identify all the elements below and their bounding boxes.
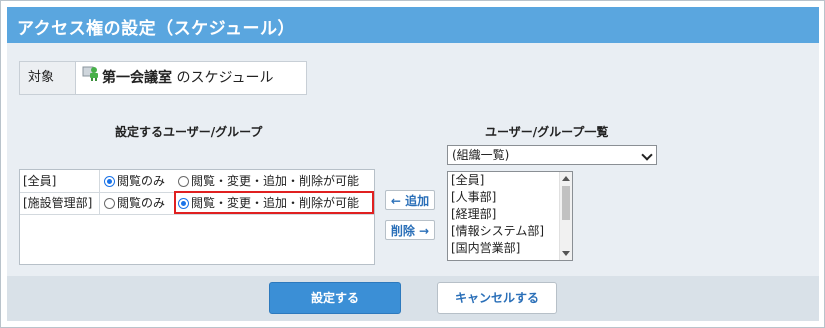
chevron-down-icon [641, 149, 653, 161]
add-button[interactable]: ← 追加 [385, 190, 435, 210]
remove-button[interactable]: 削除 → [385, 220, 435, 240]
list-item[interactable]: [情報システム部] [448, 223, 572, 240]
radio-unselected-icon[interactable] [104, 198, 115, 209]
target-label: 対象 [20, 62, 76, 94]
selected-users-heading: 設定するユーザー/グループ [115, 125, 263, 139]
scroll-thumb[interactable] [562, 186, 570, 220]
target-row: 対象 第一会議室 のスケジュール [19, 61, 307, 95]
list-item[interactable]: [国内営業部] [448, 240, 572, 257]
cancel-button[interactable]: キャンセルする [437, 282, 557, 314]
radio-selected-icon[interactable] [104, 176, 115, 187]
list-item[interactable]: [人事部] [448, 189, 572, 206]
permission-row: [全員] 閲覧のみ 閲覧・変更・追加・削除が可能 [20, 170, 374, 193]
view-only-option[interactable]: 閲覧のみ [104, 192, 165, 214]
full-access-option[interactable]: 閲覧・変更・追加・削除が可能 [178, 170, 359, 192]
dialog-frame: アクセス権の設定（スケジュール） 対象 第一会議室 のスケジュール 設定するユー… [0, 0, 825, 328]
save-button[interactable]: 設定する [269, 282, 401, 314]
permission-group-name[interactable]: [全員] [20, 170, 100, 192]
permission-group-name[interactable]: [施設管理部] [20, 192, 100, 214]
settings-panel: 対象 第一会議室 のスケジュール 設定するユーザー/グループ ユーザー/グループ… [7, 43, 819, 276]
list-item[interactable]: [全員] [448, 172, 572, 189]
target-suffix: のスケジュール [176, 70, 274, 86]
meeting-room-icon [82, 62, 100, 94]
footer-bar: 設定する キャンセルする [7, 276, 819, 321]
organization-select[interactable]: (組織一覧) [447, 145, 657, 165]
radio-unselected-icon[interactable] [178, 176, 189, 187]
organization-select-value: (組織一覧) [452, 148, 510, 162]
page-title: アクセス権の設定（スケジュール） [17, 19, 295, 39]
listbox-scrollbar[interactable] [559, 172, 572, 260]
room-name: 第一会議室 [102, 70, 172, 86]
highlight-box [174, 191, 374, 214]
user-group-list-heading: ユーザー/グループ一覧 [485, 125, 609, 139]
target-value: 第一会議室 のスケジュール [82, 62, 273, 94]
user-group-listbox[interactable]: [全員] [人事部] [経理部] [情報システム部] [国内営業部] [447, 171, 573, 261]
list-item[interactable]: [経理部] [448, 206, 572, 223]
permission-table: [全員] 閲覧のみ 閲覧・変更・追加・削除が可能 [施設管理部] 閲覧のみ 閲覧… [19, 169, 375, 265]
scroll-down-icon[interactable] [562, 251, 570, 256]
page-header: アクセス権の設定（スケジュール） [7, 7, 819, 43]
scroll-up-icon[interactable] [562, 176, 570, 181]
view-only-option[interactable]: 閲覧のみ [104, 170, 165, 192]
